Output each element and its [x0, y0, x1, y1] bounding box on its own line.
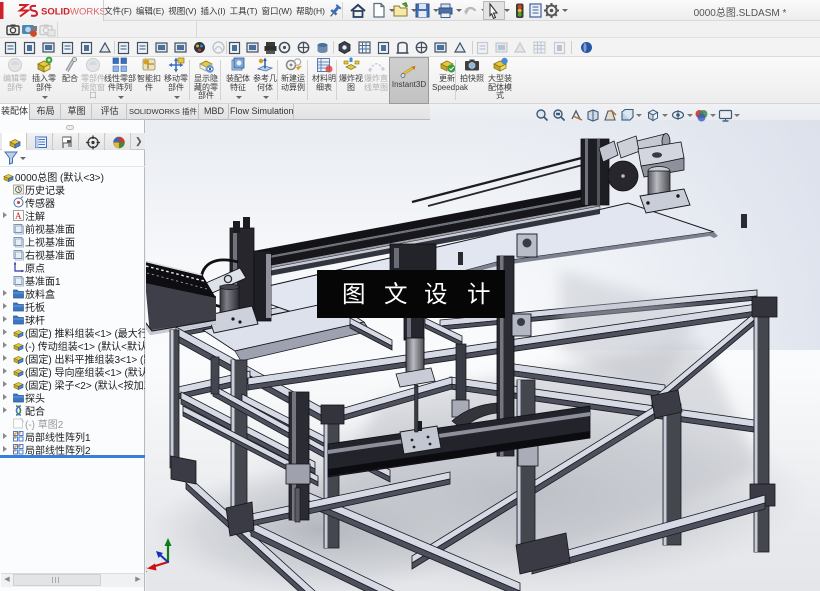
svg-text:A: A [15, 211, 22, 221]
svg-text:x: x [146, 565, 147, 574]
svg-text:计: 计 [467, 281, 491, 308]
svg-text:图: 图 [342, 282, 366, 308]
svg-text:WORKS: WORKS [70, 7, 104, 18]
svg-text:SOLID: SOLID [41, 7, 70, 18]
svg-text:文: 文 [384, 281, 408, 308]
svg-text:设: 设 [424, 281, 448, 308]
